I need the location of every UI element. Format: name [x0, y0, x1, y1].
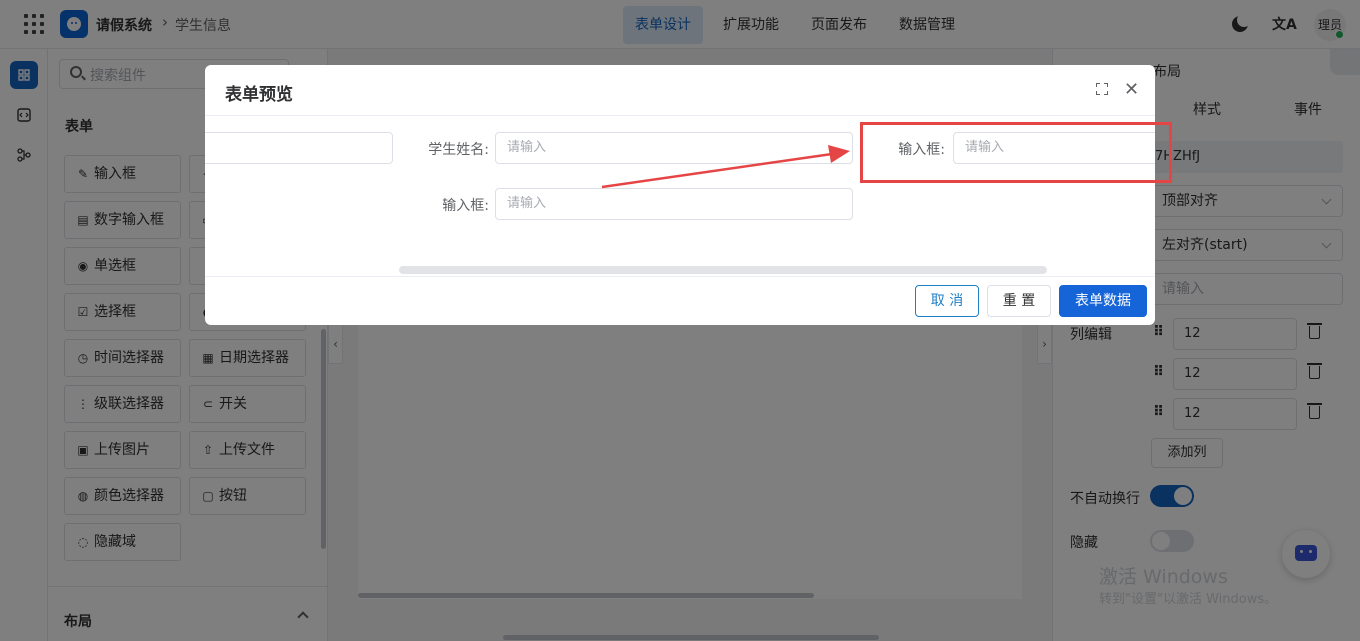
annotation-arrow [601, 145, 850, 189]
